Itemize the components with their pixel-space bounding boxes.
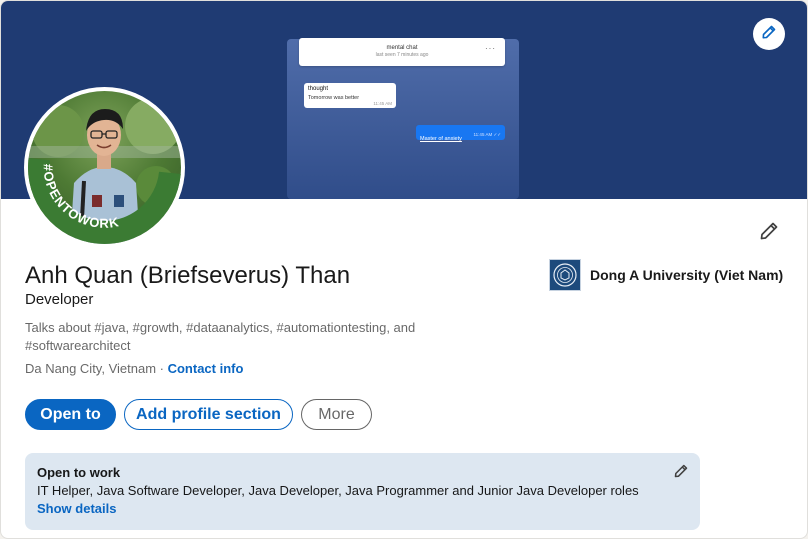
bubble-time: 11:45 AM ✓✓ <box>473 132 501 137</box>
more-dots-icon: ··· <box>485 44 496 53</box>
open-to-work-title: Open to work <box>37 465 121 480</box>
profile-name: Anh Quan (Briefseverus) Than <box>25 262 351 289</box>
separator: · <box>156 361 168 376</box>
pencil-icon <box>673 463 689 484</box>
edit-intro-button[interactable] <box>753 217 785 249</box>
banner-incoming-bubble: thought Tomorrow was better 11:45 AM <box>304 83 396 108</box>
open-to-button[interactable]: Open to <box>25 399 116 430</box>
banner-chat-header: mental chat last seen 7 minutes ago ··· <box>299 38 505 66</box>
education-name: Dong A University (Viet Nam) <box>590 267 784 283</box>
banner-chat-title: mental chat <box>386 45 418 51</box>
open-to-work-card: Open to work IT Helper, Java Software De… <box>25 453 700 530</box>
bubble-title: thought <box>308 86 329 92</box>
open-to-work-roles: IT Helper, Java Software Developer, Java… <box>37 483 639 498</box>
bubble-time: 11:45 AM <box>373 101 392 106</box>
profile-headline: Developer <box>25 291 94 308</box>
education-link[interactable]: Dong A University (Viet Nam) <box>549 259 783 291</box>
avatar-illustration: #OPENTOWORK <box>28 98 181 244</box>
profile-card: mental chat last seen 7 minutes ago ··· … <box>0 0 808 539</box>
more-button[interactable]: More <box>301 399 372 430</box>
edit-open-to-work-button[interactable] <box>672 464 690 482</box>
contact-info-link[interactable]: Contact info <box>168 361 244 376</box>
edit-banner-button[interactable] <box>753 18 785 50</box>
location-text: Da Nang City, Vietnam <box>25 361 157 376</box>
bubble-text: Master of anxiety <box>420 136 462 142</box>
pencil-icon <box>761 24 777 45</box>
university-logo-icon <box>549 259 581 291</box>
talks-about: Talks about #java, #growth, #dataanalyti… <box>25 320 416 353</box>
banner-chat-subtitle: last seen 7 minutes ago <box>375 52 429 58</box>
location-row: Da Nang City, Vietnam · Contact info <box>25 361 243 376</box>
avatar: #OPENTOWORK <box>28 91 181 244</box>
pencil-icon <box>758 220 780 247</box>
show-details-link[interactable]: Show details <box>37 501 116 516</box>
add-profile-section-button[interactable]: Add profile section <box>124 399 293 430</box>
profile-photo[interactable]: #OPENTOWORK <box>24 87 185 248</box>
banner-outgoing-bubble: Master of anxiety 11:45 AM ✓✓ <box>416 125 505 142</box>
